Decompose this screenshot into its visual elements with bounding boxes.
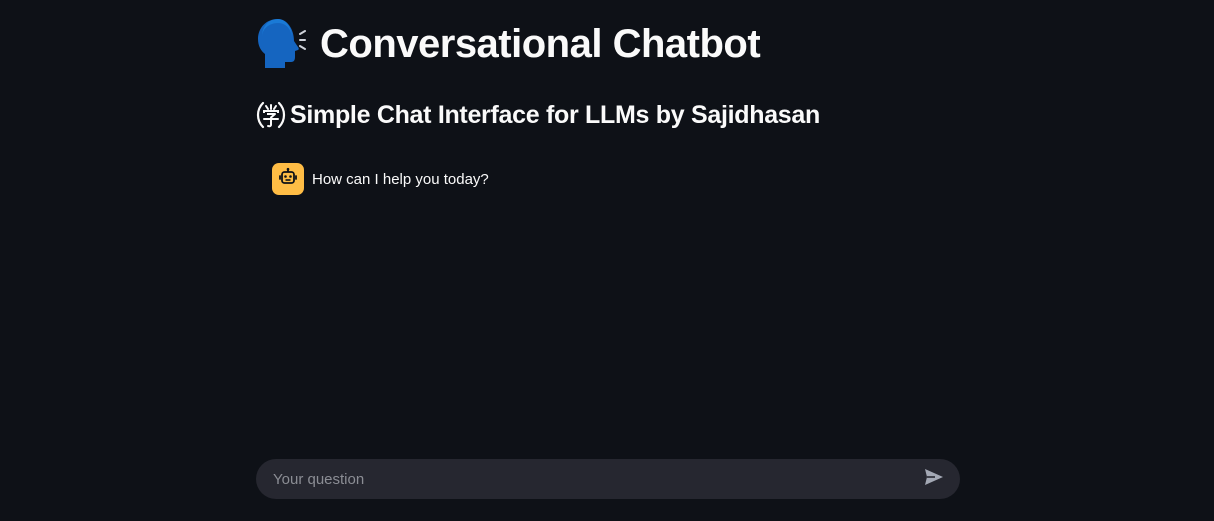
chat-input-container xyxy=(256,458,960,500)
title-text: Conversational Chatbot xyxy=(320,21,761,66)
subtitle-text: Simple Chat Interface for LLMs by Sajidh… xyxy=(290,100,820,129)
page-subtitle: Simple Chat Interface for LLMs by Sajidh… xyxy=(256,96,820,134)
send-button[interactable] xyxy=(914,459,954,499)
assistant-avatar xyxy=(272,163,304,195)
message-text: How can I help you today? xyxy=(312,170,489,188)
chat-message-assistant: How can I help you today? xyxy=(272,163,489,195)
speaking-head-icon xyxy=(256,17,306,71)
chat-input[interactable] xyxy=(256,458,914,500)
robot-icon xyxy=(278,167,298,192)
send-icon xyxy=(924,468,944,491)
circled-ideograph-study-icon xyxy=(256,100,286,130)
page-title: Conversational Chatbot xyxy=(256,14,761,74)
app: Conversational Chatbot Simple Chat Inter… xyxy=(0,0,1214,521)
